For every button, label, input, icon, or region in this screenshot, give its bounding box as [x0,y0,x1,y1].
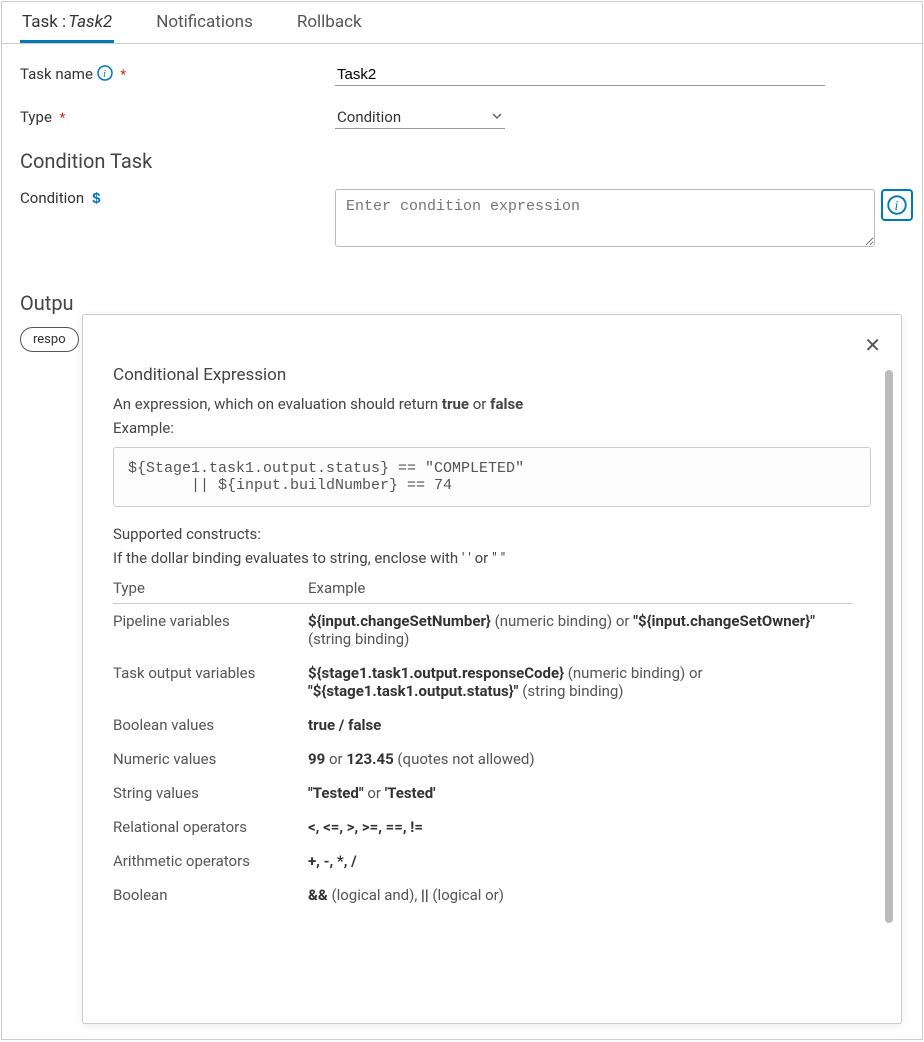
th-example: Example [308,573,853,604]
required-marker: * [120,68,126,83]
constructs-table: Type Example Pipeline variables ${input.… [113,573,853,912]
table-row: Boolean values true / false [113,708,853,742]
tab-task-name: Task2 [66,12,112,32]
info-icon[interactable]: i [97,65,117,83]
help-example-label: Example: [113,419,871,437]
output-section-title: Outpu [20,291,904,315]
close-icon[interactable]: ✕ [864,333,881,357]
table-row: Relational operators <, <=, >, >=, ==, !… [113,810,853,844]
dollar-icon[interactable]: $ [92,191,101,208]
tab-rollback[interactable]: Rollback [295,12,364,43]
table-row: Arithmetic operators +, -, *, / [113,844,853,878]
th-type: Type [113,573,308,604]
table-row: String values "Tested" or 'Tested' [113,776,853,810]
condition-help-panel: ✕ Conditional Expression An expression, … [82,314,902,1024]
table-row: Boolean && (logical and), || (logical or… [113,878,853,912]
help-intro: An expression, which on evaluation shoul… [113,395,871,413]
help-supported-label: Supported constructs: [113,525,871,543]
tab-notifications[interactable]: Notifications [154,12,255,43]
output-chip[interactable]: respo [20,327,79,352]
help-title: Conditional Expression [113,365,871,385]
required-marker: * [60,111,66,126]
type-label: Type * [20,108,335,126]
table-row: Numeric values 99 or 123.45 (quotes not … [113,742,853,776]
chevron-down-icon [491,108,503,126]
help-enclose-note: If the dollar binding evaluates to strin… [113,549,871,567]
type-select[interactable]: Condition [335,106,505,129]
task-name-label: Task name i * [20,65,335,83]
help-example-code: ${Stage1.task1.output.status} == "COMPLE… [113,447,871,507]
scrollbar[interactable] [885,370,893,923]
svg-text:i: i [895,198,899,213]
tab-task-prefix: Task : [22,12,66,32]
tab-bar: Task :Task2 Notifications Rollback [2,2,922,44]
tab-task[interactable]: Task :Task2 [20,12,114,43]
svg-text:i: i [103,68,106,80]
condition-input[interactable] [335,189,875,247]
table-row: Pipeline variables ${input.changeSetNumb… [113,604,853,657]
type-select-value: Condition [337,108,485,126]
table-row: Task output variables ${stage1.task1.out… [113,656,853,708]
condition-label: Condition $ [20,189,335,208]
task-name-input[interactable] [335,64,825,86]
condition-section-title: Condition Task [20,149,904,173]
condition-help-button[interactable]: i [881,189,913,221]
